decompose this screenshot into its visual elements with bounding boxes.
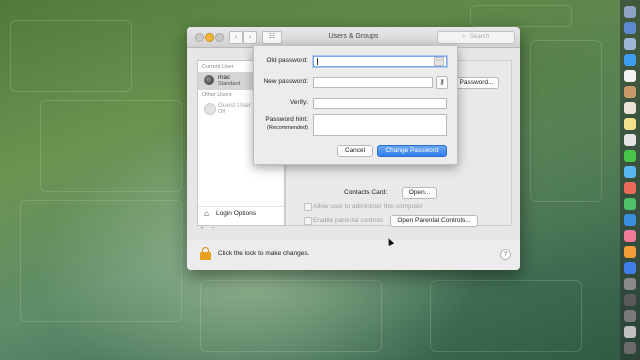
dock-app-icon[interactable] (624, 246, 636, 258)
password-menu-icon[interactable]: ⋯ (434, 57, 444, 66)
password-hint-field[interactable] (313, 114, 447, 136)
dock-app-icon[interactable] (624, 38, 636, 50)
dock-app-icon[interactable] (624, 150, 636, 162)
new-password-label: New password: (263, 78, 308, 85)
user-role: Off (218, 109, 226, 115)
old-password-field[interactable]: ⋯ (313, 56, 447, 67)
verify-label: Verify: (289, 99, 308, 106)
user-role: Standard (218, 81, 241, 87)
contacts-open-button[interactable]: Open... (402, 187, 437, 199)
user-name: mac (218, 74, 231, 81)
search-icon: ⌕ (462, 34, 466, 40)
dock-app-icon[interactable] (624, 102, 636, 114)
dock-app-icon[interactable] (624, 278, 636, 290)
open-parental-controls-button[interactable]: Open Parental Controls... (390, 215, 478, 227)
dock-app-icon[interactable] (624, 22, 636, 34)
help-icon[interactable]: ? (500, 249, 511, 260)
change-password-button[interactable]: Password... (454, 77, 499, 89)
remove-user-button[interactable]: − (211, 225, 215, 232)
change-password-sheet: Old password: ⋯ New password: ⚷ Verify: … (253, 46, 458, 165)
other-users-header: Other Users (202, 92, 232, 98)
avatar-icon (204, 75, 214, 85)
change-password-confirm-button[interactable]: Change Password (377, 145, 447, 157)
contacts-card-label: Contacts Card: (344, 189, 388, 196)
lock-icon[interactable] (200, 247, 211, 260)
dock-app-icon[interactable] (624, 166, 636, 178)
dock-app-icon[interactable] (624, 134, 636, 146)
old-password-label: Old password: (266, 57, 308, 64)
dock-app-icon[interactable] (624, 294, 636, 306)
text-caret (317, 58, 318, 65)
user-name: Guest User (218, 102, 251, 109)
title-bar: ‹ › ☷ Users & Groups ⌕ Search (187, 27, 520, 48)
dock-app-icon[interactable] (624, 230, 636, 242)
password-hint-sublabel: (Recommended) (267, 125, 308, 131)
parental-checkbox-label: Enable parental controls (313, 217, 384, 224)
dock (620, 0, 640, 360)
dock-app-icon[interactable] (624, 214, 636, 226)
current-user-header: Current User (202, 64, 234, 70)
dock-app-icon[interactable] (624, 118, 636, 130)
login-options-item[interactable]: ⌂ Login Options (198, 206, 284, 221)
dock-app-icon[interactable] (624, 70, 636, 82)
new-password-field[interactable] (313, 77, 433, 88)
lock-bar: Click the lock to make changes. ? (187, 240, 520, 270)
login-options-label: Login Options (216, 210, 257, 217)
password-hint-label: Password hint: (265, 116, 308, 123)
dock-app-icon[interactable] (624, 86, 636, 98)
search-input[interactable]: ⌕ Search (437, 31, 515, 44)
house-icon: ⌂ (204, 209, 209, 218)
verify-field[interactable] (313, 98, 447, 109)
dock-app-icon[interactable] (624, 262, 636, 274)
admin-checkbox-label: Allow user to administer this computer (313, 203, 423, 210)
add-user-button[interactable]: + (200, 225, 204, 232)
dock-app-icon[interactable] (624, 326, 636, 338)
dock-app-icon[interactable] (624, 310, 636, 322)
cancel-button[interactable]: Cancel (337, 145, 373, 157)
add-remove-bar: + − (197, 224, 283, 234)
dock-app-icon[interactable] (624, 342, 636, 354)
avatar-icon (204, 103, 216, 115)
dock-app-icon[interactable] (624, 6, 636, 18)
dock-app-icon[interactable] (624, 182, 636, 194)
key-icon[interactable]: ⚷ (436, 76, 448, 89)
admin-checkbox[interactable] (304, 203, 312, 211)
parental-checkbox[interactable] (304, 217, 312, 225)
search-placeholder: Search (470, 34, 490, 40)
dock-app-icon[interactable] (624, 198, 636, 210)
dock-app-icon[interactable] (624, 54, 636, 66)
lock-message: Click the lock to make changes. (218, 250, 310, 257)
